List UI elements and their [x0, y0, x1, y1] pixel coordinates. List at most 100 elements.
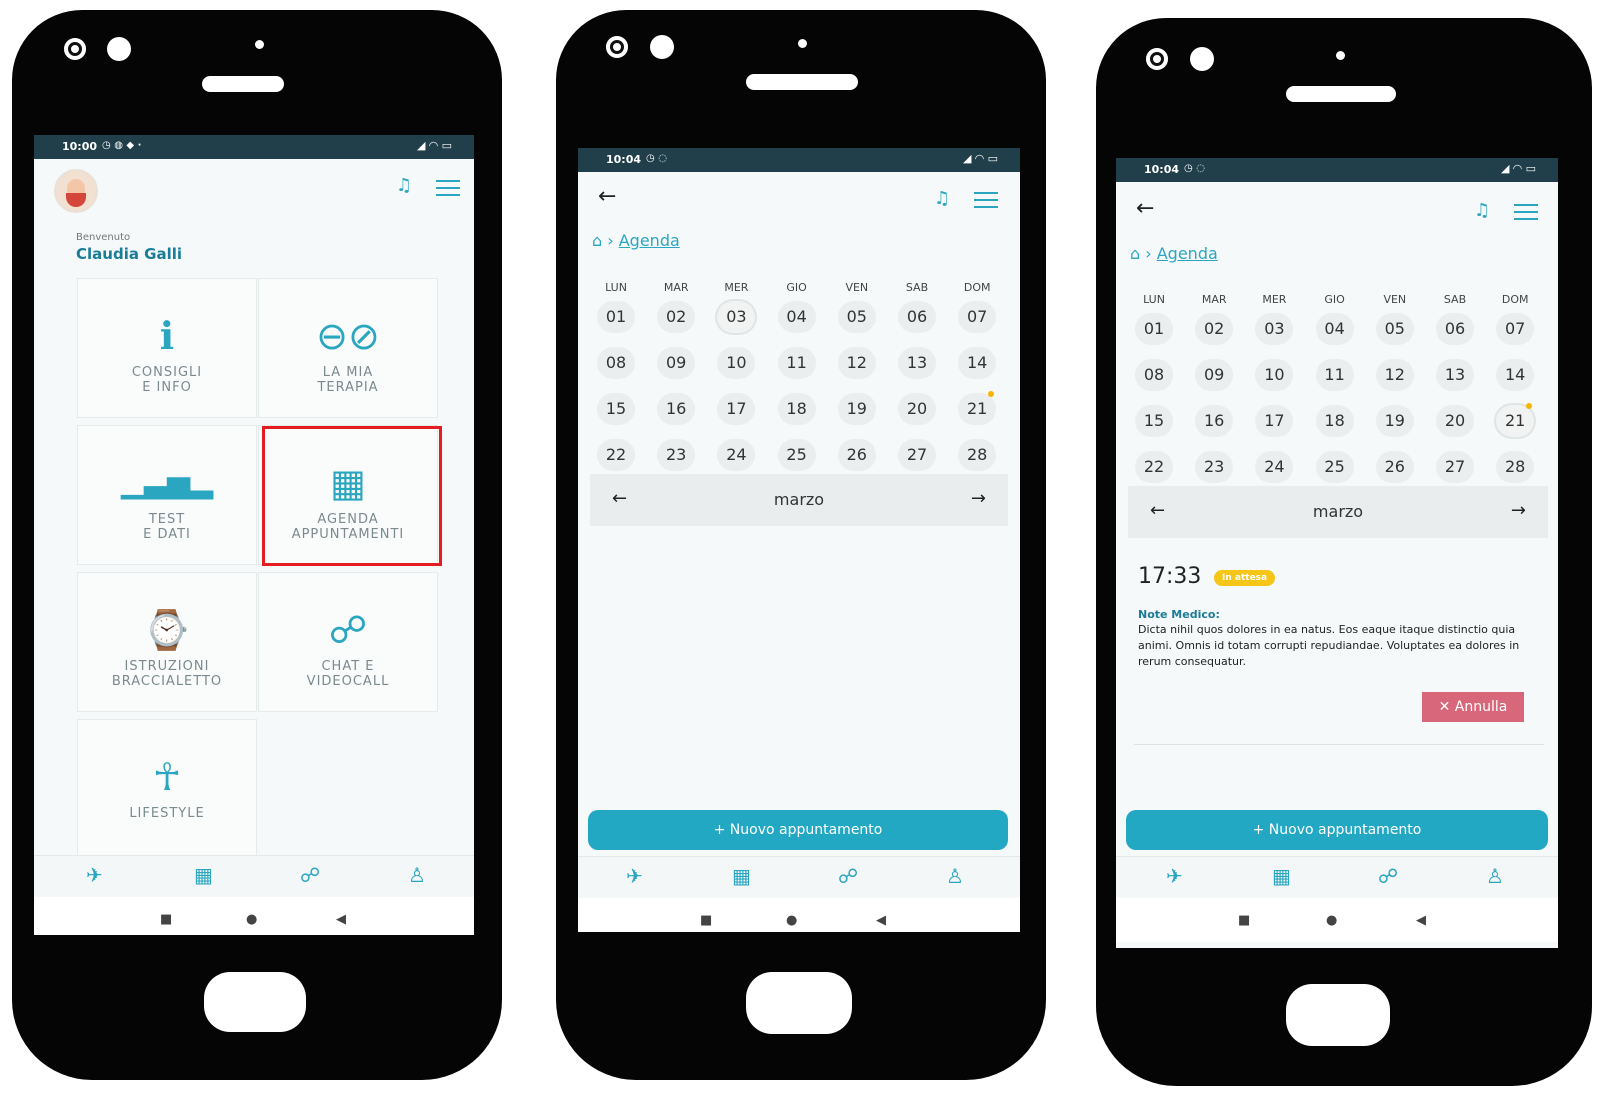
rocket-icon[interactable]: ✈: [626, 865, 643, 887]
calendar-day[interactable]: 11: [1315, 359, 1354, 391]
recents-icon[interactable]: ■: [160, 912, 172, 927]
calendar-tab-icon[interactable]: ▦: [732, 865, 751, 887]
calendar-day[interactable]: 02: [657, 301, 696, 333]
calendar-day[interactable]: 08: [1135, 359, 1173, 391]
calendar-day[interactable]: 23: [1195, 451, 1234, 483]
calendar-day[interactable]: 27: [1436, 451, 1474, 483]
back-nav-icon[interactable]: ◀: [1416, 913, 1426, 928]
home-icon[interactable]: ⌂: [592, 231, 602, 250]
calendar-day[interactable]: 11: [777, 347, 816, 379]
home-icon[interactable]: ⌂: [1130, 244, 1140, 263]
hamburger-menu-icon[interactable]: [1514, 204, 1538, 220]
people-icon[interactable]: ☍: [1378, 865, 1398, 887]
tile-lifestyle[interactable]: ☥ LIFESTYLE: [77, 719, 257, 859]
calendar-day[interactable]: 24: [717, 439, 756, 471]
cancel-button[interactable]: ✕ Annulla: [1422, 692, 1524, 722]
avatar[interactable]: [54, 169, 98, 213]
user-icon[interactable]: ♙: [1486, 865, 1504, 887]
calendar-day[interactable]: 09: [657, 347, 696, 379]
bell-icon[interactable]: ♫: [934, 190, 952, 208]
calendar-day[interactable]: 17: [1255, 405, 1294, 437]
calendar-day[interactable]: 13: [898, 347, 936, 379]
back-arrow-icon[interactable]: ←: [598, 186, 616, 208]
calendar-day[interactable]: 05: [837, 301, 876, 333]
home-button[interactable]: [746, 972, 852, 1034]
calendar-day[interactable]: 16: [1195, 405, 1234, 437]
back-nav-icon[interactable]: ◀: [336, 912, 346, 927]
calendar-day[interactable]: 12: [1375, 359, 1414, 391]
home-button[interactable]: [1286, 984, 1390, 1046]
calendar-day[interactable]: 14: [1496, 359, 1535, 391]
calendar-day[interactable]: 01: [597, 301, 635, 333]
calendar-day[interactable]: 07: [1496, 313, 1535, 345]
calendar-day[interactable]: 23: [657, 439, 696, 471]
calendar-day[interactable]: 26: [1375, 451, 1414, 483]
breadcrumb-agenda[interactable]: Agenda: [1157, 244, 1218, 263]
tile-test[interactable]: ▁▃▅▂ TEST E DATI: [77, 425, 257, 565]
calendar-day[interactable]: 24: [1255, 451, 1294, 483]
tile-consigli[interactable]: ℹ CONSIGLI E INFO: [77, 278, 257, 418]
calendar-tab-icon[interactable]: ▦: [1272, 865, 1291, 887]
calendar-day[interactable]: 25: [777, 439, 816, 471]
calendar-day[interactable]: 19: [1375, 405, 1414, 437]
people-icon[interactable]: ☍: [300, 864, 320, 886]
bell-icon[interactable]: ♫: [396, 177, 414, 195]
calendar-day[interactable]: 22: [597, 439, 635, 471]
home-nav-icon[interactable]: ●: [246, 912, 257, 927]
calendar-day[interactable]: 15: [1135, 405, 1173, 437]
breadcrumb-agenda[interactable]: Agenda: [619, 231, 680, 250]
calendar-day[interactable]: 10: [717, 347, 756, 379]
calendar-day[interactable]: 04: [1315, 313, 1354, 345]
recents-icon[interactable]: ■: [1238, 913, 1250, 928]
home-nav-icon[interactable]: ●: [1326, 913, 1337, 928]
home-nav-icon[interactable]: ●: [786, 913, 797, 928]
tile-braccialetto[interactable]: ⌚ ISTRUZIONI BRACCIALETTO: [77, 572, 257, 712]
calendar-day[interactable]: 21: [1496, 403, 1535, 437]
user-icon[interactable]: ♙: [408, 864, 426, 886]
calendar-day[interactable]: 19: [837, 393, 876, 425]
calendar-day[interactable]: 17: [717, 393, 756, 425]
calendar-day[interactable]: 20: [1436, 405, 1474, 437]
calendar-day[interactable]: 06: [1436, 313, 1474, 345]
calendar-day[interactable]: 14: [958, 347, 997, 379]
calendar-day[interactable]: 18: [1315, 405, 1354, 437]
calendar-day[interactable]: 28: [958, 439, 997, 471]
calendar-day[interactable]: 06: [898, 301, 936, 333]
back-nav-icon[interactable]: ◀: [876, 913, 886, 928]
hamburger-menu-icon[interactable]: [974, 192, 998, 208]
back-arrow-icon[interactable]: ←: [1136, 198, 1154, 220]
calendar-day[interactable]: 18: [777, 393, 816, 425]
recents-icon[interactable]: ■: [700, 913, 712, 928]
rocket-icon[interactable]: ✈: [1166, 865, 1183, 887]
calendar-tab-icon[interactable]: ▦: [194, 864, 213, 886]
calendar-day[interactable]: 08: [597, 347, 635, 379]
calendar-day[interactable]: 28: [1496, 451, 1535, 483]
calendar-day[interactable]: 01: [1135, 313, 1173, 345]
calendar-day[interactable]: 21: [958, 391, 997, 425]
calendar-day[interactable]: 22: [1135, 451, 1173, 483]
people-icon[interactable]: ☍: [838, 865, 858, 887]
tile-chat[interactable]: ☍ CHAT E VIDEOCALL: [258, 572, 438, 712]
new-appointment-button[interactable]: + Nuovo appuntamento: [1126, 810, 1548, 850]
user-icon[interactable]: ♙: [946, 865, 964, 887]
calendar-day[interactable]: 10: [1255, 359, 1294, 391]
next-month-icon[interactable]: →: [971, 488, 986, 509]
calendar-day[interactable]: 15: [597, 393, 635, 425]
new-appointment-button[interactable]: + Nuovo appuntamento: [588, 810, 1008, 850]
next-month-icon[interactable]: →: [1511, 500, 1526, 521]
calendar-day[interactable]: 25: [1315, 451, 1354, 483]
calendar-day[interactable]: 07: [958, 301, 997, 333]
home-button[interactable]: [204, 972, 306, 1032]
calendar-day[interactable]: 03: [717, 301, 756, 333]
calendar-day[interactable]: 12: [837, 347, 876, 379]
calendar-day[interactable]: 16: [657, 393, 696, 425]
bell-icon[interactable]: ♫: [1474, 202, 1492, 220]
calendar-day[interactable]: 04: [777, 301, 816, 333]
hamburger-menu-icon[interactable]: [436, 180, 460, 196]
calendar-day[interactable]: 26: [837, 439, 876, 471]
tile-terapia[interactable]: ⊖⊘ LA MIA TERAPIA: [258, 278, 438, 418]
calendar-day[interactable]: 27: [898, 439, 936, 471]
calendar-day[interactable]: 02: [1195, 313, 1234, 345]
calendar-day[interactable]: 13: [1436, 359, 1474, 391]
calendar-day[interactable]: 20: [898, 393, 936, 425]
